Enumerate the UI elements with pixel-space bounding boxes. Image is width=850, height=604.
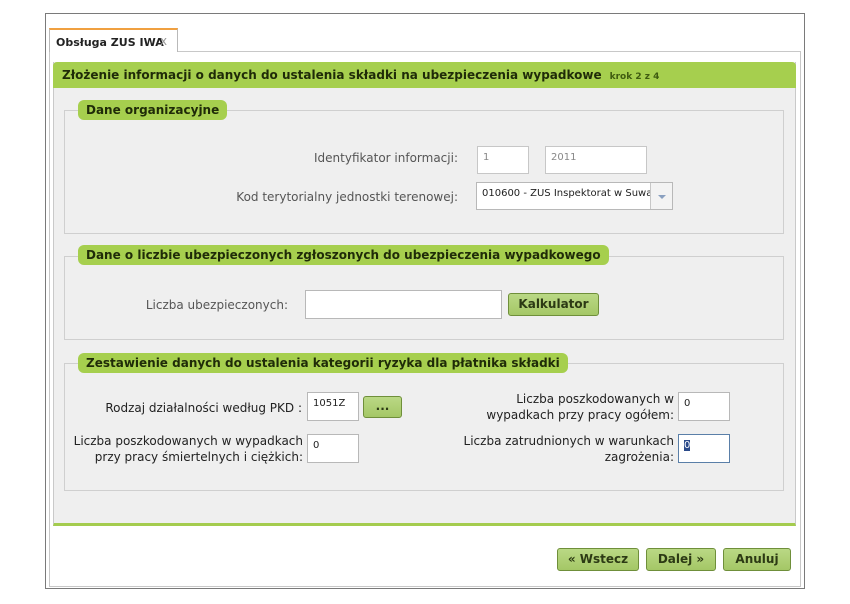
poszk-ogolem-label-2: wypadkach przy pracy ogółem: bbox=[486, 408, 674, 422]
poszk-smiert-label-1: Liczba poszkodowanych w wypadkach bbox=[73, 434, 303, 448]
kod-select[interactable]: 010600 - ZUS Inspektorat w Suwałkach bbox=[476, 182, 673, 210]
kod-select-value: 010600 - ZUS Inspektorat w Suwałkach bbox=[482, 188, 673, 199]
legend-zestawienie: Zestawienie danych do ustalenia kategori… bbox=[78, 353, 568, 373]
legend-dane-organizacyjne: Dane organizacyjne bbox=[78, 100, 228, 120]
step-indicator: krok 2 z 4 bbox=[609, 72, 660, 82]
poszk-smiert-label-2: przy pracy śmiertelnych i ciężkich: bbox=[94, 450, 303, 464]
kalkulator-button[interactable]: Kalkulator bbox=[508, 293, 599, 316]
tab-label: Obsługa ZUS IWA bbox=[56, 36, 164, 49]
year-input[interactable]: 2011 bbox=[545, 146, 647, 174]
zatr-input[interactable]: 0 bbox=[678, 434, 730, 463]
poszk-smiert-input[interactable]: 0 bbox=[307, 434, 359, 463]
id-label: Identyfikator informacji: bbox=[314, 151, 458, 165]
pkd-label: Rodzaj działalności według PKD : bbox=[105, 401, 302, 415]
fieldset-dane-organizacyjne bbox=[64, 110, 784, 234]
close-icon[interactable]: x bbox=[160, 34, 167, 48]
tab-obsluga-zus-iwa[interactable]: Obsługa ZUS IWA x bbox=[49, 28, 178, 52]
chevron-down-icon[interactable] bbox=[650, 183, 672, 209]
next-button[interactable]: Dalej » bbox=[646, 548, 716, 571]
zatr-input-value: 0 bbox=[684, 440, 691, 451]
pkd-browse-button[interactable]: ... bbox=[363, 396, 402, 418]
poszk-ogolem-label-1: Liczba poszkodowanych w bbox=[516, 392, 674, 406]
liczba-input[interactable] bbox=[305, 290, 502, 319]
back-button[interactable]: « Wstecz bbox=[557, 548, 639, 571]
legend-liczba-ubezpieczonych: Dane o liczbie ubezpieczonych zgłoszonyc… bbox=[78, 245, 609, 265]
kod-label: Kod terytorialny jednostki terenowej: bbox=[236, 190, 458, 204]
pkd-input[interactable]: 1051Z bbox=[307, 392, 359, 421]
poszk-ogolem-input[interactable]: 0 bbox=[678, 392, 730, 421]
liczba-label: Liczba ubezpieczonych: bbox=[145, 298, 288, 312]
zatr-label-1: Liczba zatrudnionych w warunkach bbox=[463, 434, 674, 448]
zatr-label-2: zagrożenia: bbox=[604, 450, 674, 464]
fieldset-zestawienie bbox=[64, 363, 784, 491]
cancel-button[interactable]: Anuluj bbox=[723, 548, 791, 571]
form-header: Złożenie informacji o danych do ustaleni… bbox=[53, 62, 796, 88]
form-title: Złożenie informacji o danych do ustaleni… bbox=[62, 68, 602, 82]
id-input[interactable]: 1 bbox=[477, 146, 529, 174]
